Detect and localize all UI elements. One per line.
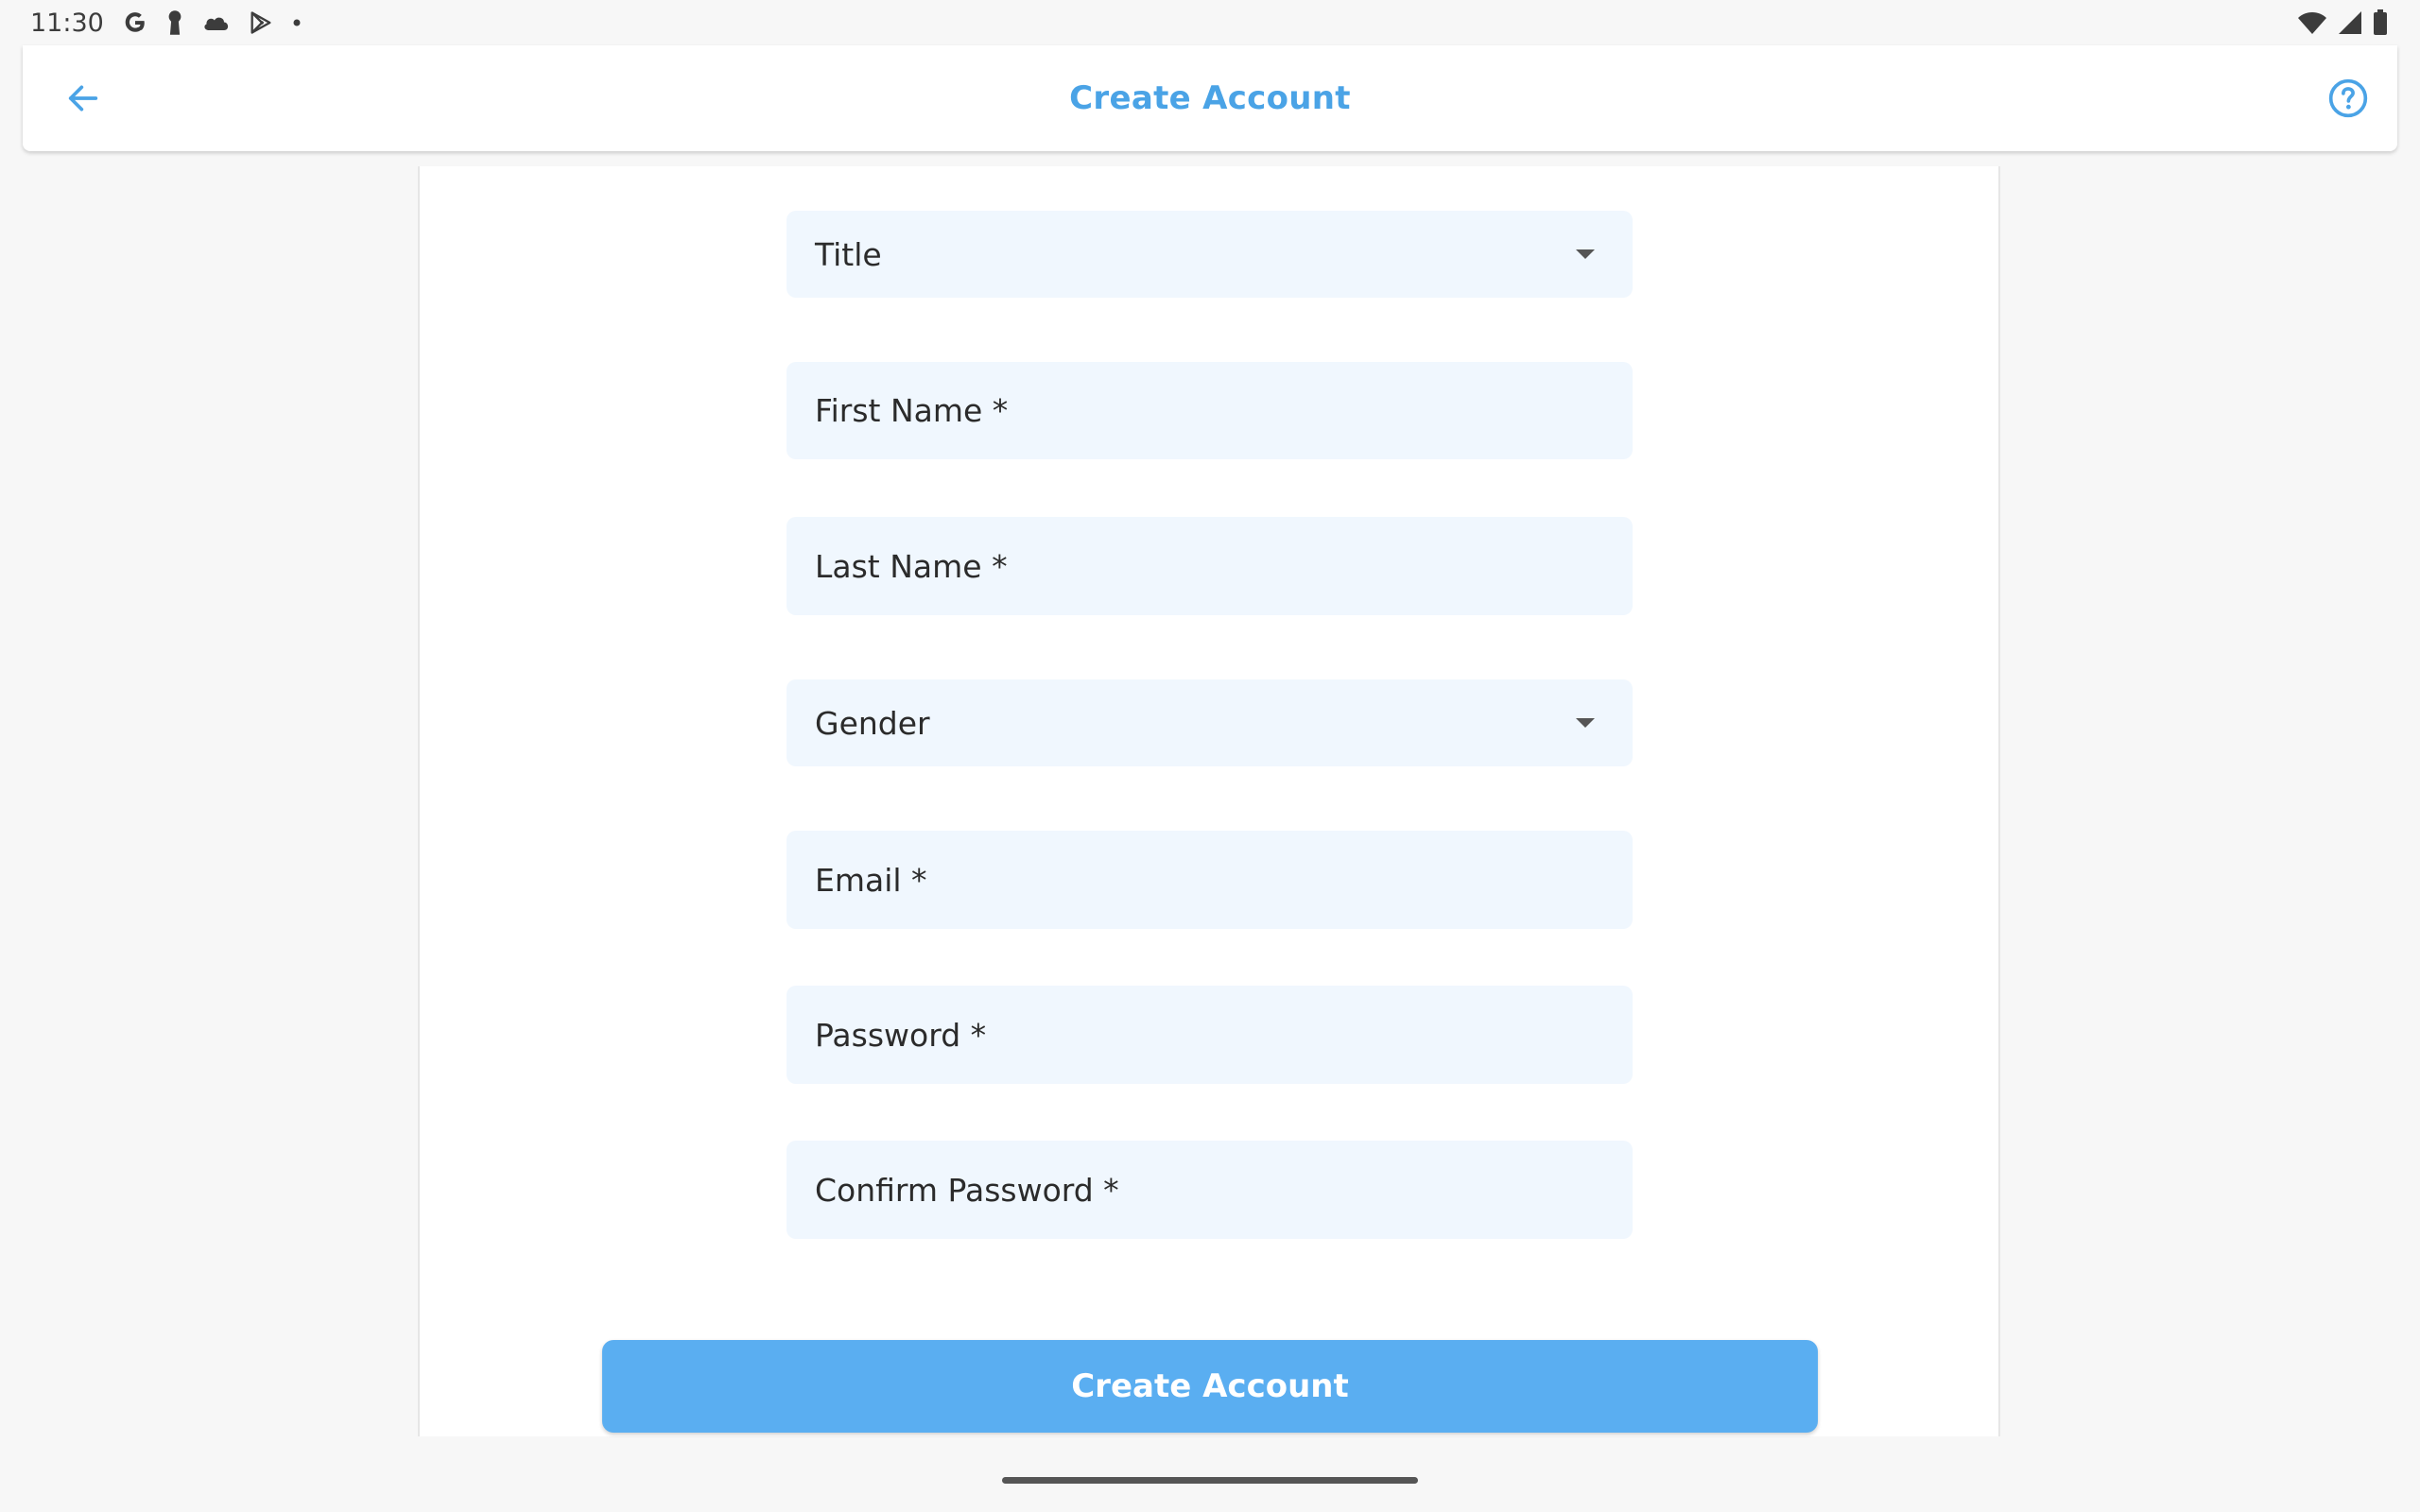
- gender-select-label: Gender: [815, 704, 930, 742]
- last-name-label: Last Name *: [815, 547, 1008, 585]
- help-circle-icon: [2328, 78, 2368, 118]
- back-button[interactable]: [55, 70, 112, 127]
- status-bar: 11:30: [0, 0, 2420, 45]
- chevron-down-icon: [1576, 249, 1595, 259]
- google-g-icon: [123, 10, 147, 35]
- app-bar: Create Account: [23, 45, 2397, 151]
- status-bar-right: [2297, 9, 2420, 36]
- last-name-field[interactable]: Last Name *: [786, 517, 1633, 615]
- arrow-left-icon: [68, 85, 98, 112]
- password-field[interactable]: Password *: [786, 986, 1633, 1084]
- home-indicator[interactable]: [1002, 1477, 1418, 1484]
- keyhole-icon: [164, 9, 185, 36]
- email-field[interactable]: Email *: [786, 831, 1633, 929]
- battery-icon: [2373, 9, 2388, 36]
- page-title: Create Account: [1069, 79, 1351, 117]
- email-label: Email *: [815, 861, 927, 899]
- confirm-password-label: Confirm Password *: [815, 1171, 1119, 1209]
- create-account-button[interactable]: Create Account: [602, 1340, 1818, 1433]
- help-button[interactable]: [2320, 70, 2377, 127]
- cloud-icon: [202, 12, 231, 33]
- create-account-button-label: Create Account: [1071, 1367, 1349, 1405]
- first-name-field[interactable]: First Name *: [786, 362, 1633, 459]
- dot-icon: [291, 17, 302, 28]
- first-name-label: First Name *: [815, 392, 1009, 429]
- title-select-label: Title: [815, 235, 882, 273]
- confirm-password-field[interactable]: Confirm Password *: [786, 1141, 1633, 1239]
- status-time: 11:30: [30, 8, 104, 38]
- gender-select[interactable]: Gender: [786, 679, 1633, 766]
- play-store-icon: [248, 9, 274, 36]
- password-label: Password *: [815, 1016, 987, 1054]
- form-card: [418, 166, 2000, 1436]
- signal-icon: [2337, 10, 2363, 35]
- title-select[interactable]: Title: [786, 211, 1633, 298]
- status-bar-left: 11:30: [0, 9, 302, 38]
- chevron-down-icon: [1576, 718, 1595, 728]
- wifi-icon: [2297, 10, 2327, 35]
